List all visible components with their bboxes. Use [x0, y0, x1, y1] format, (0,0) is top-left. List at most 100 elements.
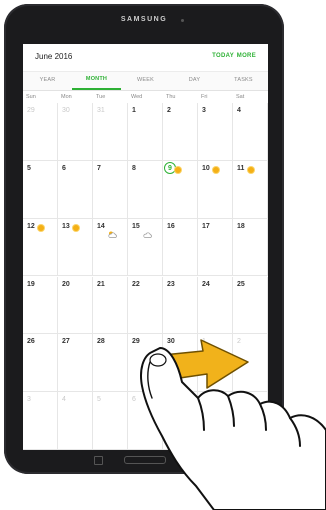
day-cell[interactable]: 6 — [58, 160, 93, 219]
device-brand: SAMSUNG — [120, 16, 168, 23]
day-number: 5 — [97, 396, 101, 404]
weekday-label: Mon — [61, 94, 72, 100]
day-number: 9 — [237, 396, 241, 404]
plus-icon: + — [244, 416, 254, 432]
weekday-label: Wed — [131, 94, 143, 100]
day-cell[interactable]: 8 — [198, 392, 233, 450]
day-cell[interactable]: 7 — [163, 392, 198, 450]
day-cell[interactable]: 28 — [93, 334, 128, 393]
more-button[interactable]: MORE — [237, 53, 256, 59]
day-number: 15 — [132, 222, 140, 230]
day-number: 3 — [27, 396, 31, 404]
weekday-label: Thu — [166, 94, 176, 100]
day-number: 31 — [97, 107, 105, 114]
day-cell[interactable]: 5 — [23, 160, 58, 219]
day-number: 12 — [27, 222, 35, 230]
sunny-weather-icon — [248, 166, 254, 173]
day-cell[interactable]: 31 — [93, 103, 128, 161]
day-cell[interactable]: 25 — [233, 276, 268, 335]
tablet-device: SAMSUNG June 2016 TODAY MORE YEAR MONTH WE… — [4, 4, 284, 474]
sunny-weather-icon — [73, 224, 79, 231]
day-number: 29 — [27, 107, 35, 114]
day-cell[interactable]: 6 — [128, 392, 163, 450]
weekday-label: Sat — [236, 94, 245, 100]
day-cell[interactable]: 5 — [93, 392, 128, 450]
day-number: 29 — [132, 338, 140, 346]
day-cell[interactable]: 19 — [23, 276, 58, 335]
day-number: 24 — [202, 280, 210, 288]
day-cell[interactable]: 9 — [163, 160, 198, 219]
cloudy-weather-icon — [143, 225, 152, 238]
day-number: 1 — [132, 107, 136, 114]
day-cell[interactable]: 17 — [198, 218, 233, 277]
day-number: 8 — [202, 396, 206, 404]
tab-year[interactable]: YEAR — [23, 72, 72, 90]
today-button[interactable]: TODAY — [212, 53, 234, 59]
month-grid: 29 30 31 1 2 3 4 5 6 7 8 9 10 11 12 13 14 15 16 17 18 19 20 21 2… — [23, 103, 268, 450]
day-number: 5 — [27, 164, 31, 172]
sunny-weather-icon — [213, 166, 219, 173]
day-cell[interactable]: 1 — [128, 103, 163, 161]
back-key[interactable] — [188, 456, 197, 465]
calendar-header: June 2016 TODAY MORE — [23, 44, 268, 70]
day-number: 21 — [97, 280, 105, 288]
day-cell[interactable]: 11 — [233, 160, 268, 219]
day-number: 19 — [27, 280, 35, 288]
tab-week[interactable]: WEEK — [121, 72, 170, 90]
day-cell[interactable]: 8 — [128, 160, 163, 219]
day-number: 25 — [237, 280, 245, 288]
day-cell[interactable]: 20 — [58, 276, 93, 335]
month-title[interactable]: June 2016 — [35, 52, 72, 61]
day-number: 20 — [62, 280, 70, 288]
tab-month[interactable]: MONTH — [72, 72, 121, 90]
day-number: 6 — [132, 396, 136, 404]
day-cell[interactable]: 12 — [23, 218, 58, 277]
day-number: 18 — [237, 222, 245, 230]
view-tabs: YEAR MONTH WEEK DAY TASKS — [23, 71, 268, 91]
day-cell[interactable]: 4 — [233, 103, 268, 161]
day-cell[interactable]: 22 — [128, 276, 163, 335]
day-cell[interactable]: 15 — [128, 218, 163, 277]
day-cell[interactable]: 1 — [198, 334, 233, 393]
day-cell[interactable]: 10 — [198, 160, 233, 219]
day-cell[interactable]: 21 — [93, 276, 128, 335]
day-number: 7 — [167, 396, 171, 404]
day-number: 30 — [62, 107, 70, 114]
weekday-label: Fri — [201, 94, 208, 100]
day-number: 6 — [62, 164, 66, 172]
day-number: 14 — [97, 222, 105, 230]
day-cell[interactable]: 2 — [163, 103, 198, 161]
day-cell[interactable]: 26 — [23, 334, 58, 393]
weekday-header: Sun Mon Tue Wed Thu Fri Sat — [23, 91, 268, 103]
day-number: 23 — [167, 280, 175, 288]
weekday-label: Sun — [26, 94, 36, 100]
day-cell[interactable]: 7 — [93, 160, 128, 219]
day-cell[interactable]: 16 — [163, 218, 198, 277]
recent-apps-key[interactable] — [94, 456, 103, 465]
day-cell[interactable]: 29 — [23, 103, 58, 161]
day-cell[interactable]: 13 — [58, 218, 93, 277]
day-number: 1 — [202, 338, 206, 346]
camera-icon — [181, 19, 184, 22]
tab-tasks[interactable]: TASKS — [219, 72, 268, 90]
day-cell[interactable]: 2 — [233, 334, 268, 393]
day-cell[interactable]: 3 — [23, 392, 58, 450]
day-cell[interactable]: 30 — [58, 103, 93, 161]
day-cell[interactable]: 4 — [58, 392, 93, 450]
day-cell[interactable]: 24 — [198, 276, 233, 335]
day-cell[interactable]: 23 — [163, 276, 198, 335]
day-cell[interactable]: 27 — [58, 334, 93, 393]
day-cell[interactable]: 29 — [128, 334, 163, 393]
day-number: 2 — [167, 107, 171, 114]
tab-day[interactable]: DAY — [170, 72, 219, 90]
day-cell[interactable]: 14 — [93, 218, 128, 277]
day-number: 28 — [97, 338, 105, 346]
day-number: 2 — [237, 338, 241, 346]
home-button[interactable] — [124, 456, 166, 464]
day-cell[interactable]: 3 — [198, 103, 233, 161]
day-number: 27 — [62, 338, 70, 346]
day-cell[interactable]: 18 — [233, 218, 268, 277]
day-number: 30 — [167, 338, 175, 346]
day-cell[interactable]: 30 — [163, 334, 198, 393]
add-event-button[interactable]: + — [239, 414, 259, 434]
